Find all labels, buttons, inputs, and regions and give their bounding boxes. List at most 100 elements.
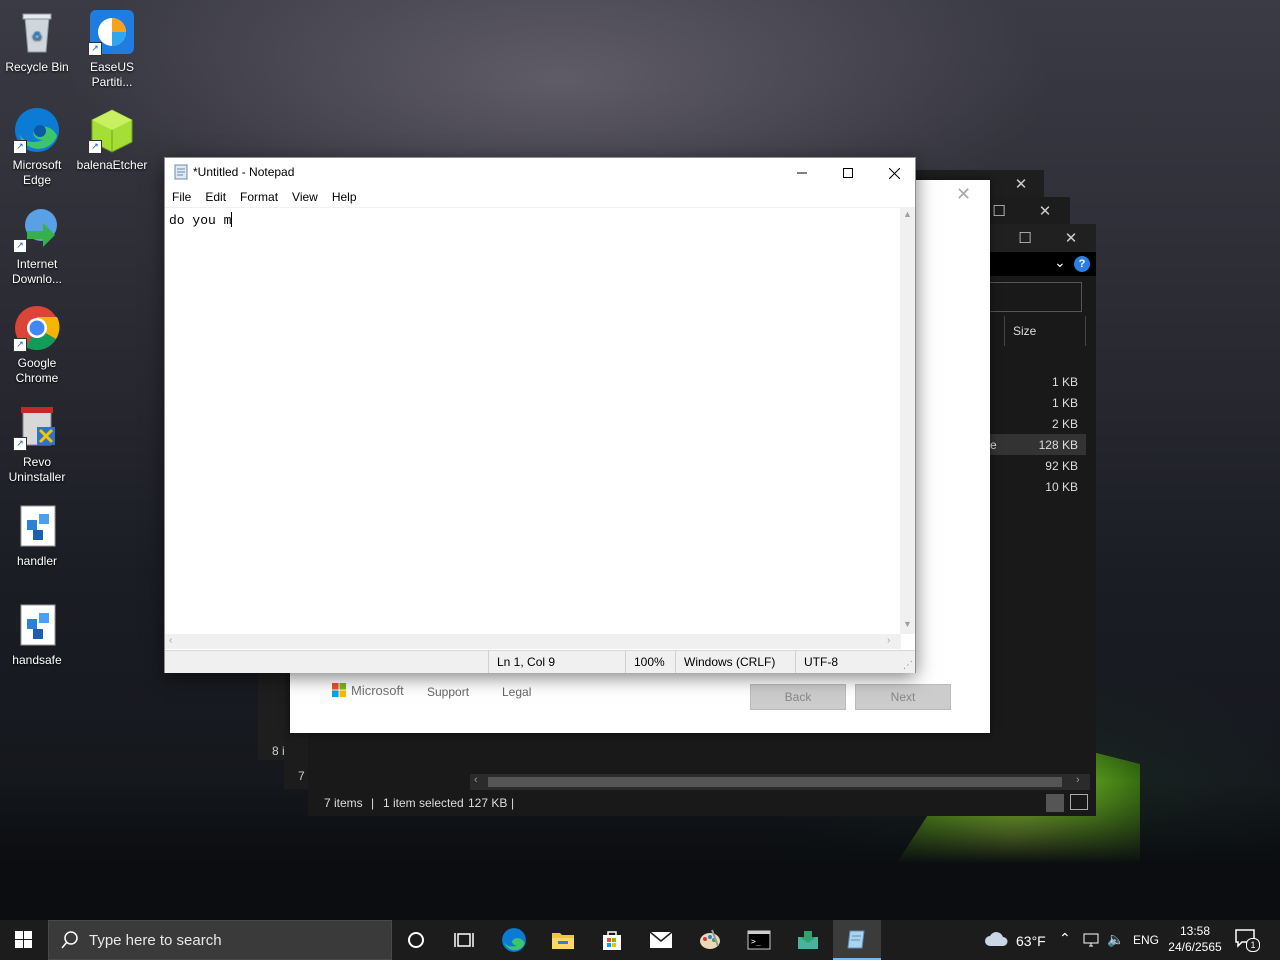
vertical-scrollbar[interactable]: ▲ ▼ [900, 207, 915, 634]
windows-icon [15, 931, 32, 948]
close-button[interactable] [871, 158, 917, 188]
horizontal-scrollbar[interactable]: ‹ › [470, 774, 1090, 790]
desktop-icon-edge[interactable]: ↗ Microsoft Edge [0, 106, 74, 188]
column-header-size-label: Size [1013, 324, 1037, 338]
registry-file-icon [13, 601, 61, 649]
shortcut-arrow-icon: ↗ [88, 42, 102, 56]
idm-icon: ↗ [13, 205, 61, 253]
clock[interactable]: 13:58 24/6/2565 [1164, 923, 1226, 955]
taskbar-notepad-active[interactable] [833, 920, 881, 960]
volume-icon[interactable]: 🔈 [1107, 931, 1124, 948]
taskbar-paint[interactable] [686, 920, 734, 960]
taskbar-terminal[interactable]: >_ [735, 920, 783, 960]
action-center-button[interactable]: 1 [1234, 928, 1260, 954]
notepad-titlebar[interactable]: *Untitled - Notepad [165, 158, 915, 188]
language-indicator[interactable]: ENG [1133, 933, 1159, 947]
taskbar-mail[interactable] [637, 920, 685, 960]
cortana-button[interactable] [392, 920, 440, 960]
support-link[interactable]: Support [427, 685, 469, 699]
text-editor[interactable]: do you m [165, 207, 901, 634]
microsoft-brand: Microsoft [351, 683, 404, 698]
text-caret [231, 212, 233, 227]
menu-file[interactable]: File [165, 188, 198, 207]
scroll-left-icon[interactable]: ‹ [169, 635, 172, 646]
search-box[interactable] [988, 282, 1082, 312]
desktop-icon-label: EaseUS Partiti... [89, 60, 135, 89]
taskbar-edge[interactable] [490, 920, 538, 960]
desktop-icon-balenaetcher[interactable]: ↗ balenaEtcher [75, 106, 149, 173]
desktop-icon-label: Recycle Bin [5, 60, 69, 74]
search-box[interactable]: Type here to search [48, 920, 392, 960]
details-view-icon[interactable] [1046, 794, 1064, 812]
next-button[interactable]: Next [855, 684, 951, 710]
desktop-icon-handsafe[interactable]: handsafe [0, 601, 74, 668]
status-encoding: UTF-8 [795, 651, 884, 673]
large-icons-view-icon[interactable] [1070, 794, 1088, 810]
desktop-icon-easeus[interactable]: ↗ EaseUS Partiti... [75, 8, 149, 90]
maximize-button[interactable] [825, 158, 871, 188]
chevron-down-icon[interactable]: ⌄ [1054, 254, 1066, 271]
taskbar-installer[interactable] [784, 920, 832, 960]
task-view-button[interactable] [440, 920, 488, 960]
network-icon[interactable] [1083, 932, 1099, 948]
shortcut-arrow-icon: ↗ [88, 140, 102, 154]
minimize-button[interactable] [779, 158, 825, 188]
edge-icon [502, 928, 526, 952]
folder-icon [552, 933, 574, 949]
resize-grip-icon[interactable]: ⋰ [903, 661, 913, 671]
start-button[interactable] [0, 920, 48, 960]
desktop-icon-google-chrome[interactable]: ↗ Google Chrome [0, 304, 74, 386]
file-size: 2 KB [1051, 417, 1078, 431]
scroll-right-icon[interactable]: › [1076, 774, 1080, 786]
desktop-icon-label: Google Chrome [15, 356, 59, 385]
menu-format[interactable]: Format [233, 188, 285, 207]
desktop-icon-recycle-bin[interactable]: ♻ Recycle Bin [0, 8, 74, 75]
menu-help[interactable]: Help [325, 188, 364, 207]
weather-cloud-icon[interactable] [984, 930, 1008, 948]
scroll-thumb[interactable] [488, 777, 1062, 787]
easeus-icon: ↗ [88, 8, 136, 56]
scroll-left-icon[interactable]: ‹ [474, 774, 478, 786]
close-icon[interactable]: ✕ [1022, 197, 1068, 225]
status-line-ending: Windows (CRLF) [675, 651, 794, 673]
maximize-icon[interactable]: ☐ [1002, 224, 1048, 252]
legal-link[interactable]: Legal [502, 685, 531, 699]
close-icon[interactable]: ✕ [1048, 224, 1094, 252]
horizontal-scrollbar[interactable]: ‹ › [165, 634, 901, 649]
close-icon [888, 167, 900, 179]
close-icon[interactable]: ✕ [998, 170, 1044, 198]
scroll-right-icon[interactable]: › [887, 635, 890, 646]
desktop-icon-handler[interactable]: handler [0, 502, 74, 569]
menu-view[interactable]: View [285, 188, 325, 207]
file-size: 1 KB [1051, 396, 1078, 410]
file-name-partial: e [990, 438, 997, 452]
desktop-icon-internet-download-manager[interactable]: ↗ Internet Downlo... [0, 205, 74, 287]
window-title: *Untitled - Notepad [193, 165, 295, 179]
scroll-down-icon[interactable]: ▼ [903, 619, 912, 629]
task-view-icon [454, 933, 474, 947]
balenaetcher-icon: ↗ [88, 106, 136, 154]
mail-icon [649, 931, 673, 948]
shortcut-arrow-icon: ↗ [13, 140, 27, 154]
taskbar-store[interactable] [588, 920, 636, 960]
desktop-icon-label: Microsoft Edge [12, 158, 62, 187]
terminal-icon: >_ [747, 930, 771, 950]
status-divider: | [511, 796, 515, 810]
scroll-up-icon[interactable]: ▲ [903, 209, 912, 219]
close-icon[interactable]: ✕ [956, 184, 971, 205]
status-bar: Ln 1, Col 9 100% Windows (CRLF) UTF-8 ⋰ [165, 650, 915, 673]
taskbar-file-explorer[interactable] [539, 920, 587, 960]
column-header-size[interactable]: Size [1004, 316, 1086, 346]
status-selected: 1 item selected [383, 796, 464, 810]
desktop-icon-revo-uninstaller[interactable]: ↗ Revo Uninstaller [0, 403, 74, 485]
weather-temperature[interactable]: 63°F [1016, 933, 1046, 949]
store-icon [603, 931, 621, 950]
notepad-window[interactable]: *Untitled - Notepad File Edit Format Vie… [164, 157, 916, 673]
help-icon[interactable]: ? [1074, 256, 1090, 272]
menu-bar: File Edit Format View Help [165, 188, 915, 207]
edge-icon: ↗ [13, 106, 61, 154]
back-button[interactable]: Back [750, 684, 846, 710]
desktop-icon-label: balenaEtcher [76, 158, 148, 172]
chevron-up-icon[interactable]: ⌃ [1059, 930, 1071, 947]
menu-edit[interactable]: Edit [198, 188, 233, 207]
